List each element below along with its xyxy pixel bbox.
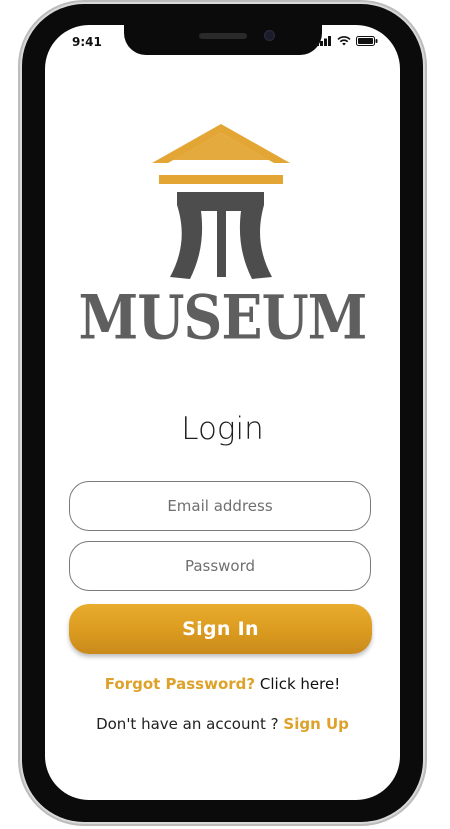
sign-up-link[interactable]: Sign Up xyxy=(283,715,349,733)
phone-screen: 9:41 MUSEUM Login Email address Sign In … xyxy=(45,25,400,800)
signup-row: Don't have an account ? Sign Up xyxy=(45,715,400,733)
sign-in-label: Sign In xyxy=(182,618,259,640)
power-button xyxy=(423,196,427,292)
email-field[interactable] xyxy=(69,481,371,531)
sign-in-button[interactable]: Sign In xyxy=(69,604,372,654)
brand-name: MUSEUM xyxy=(78,281,368,353)
forgot-password-row: Forgot Password? Click here! xyxy=(45,675,400,693)
password-field[interactable] xyxy=(69,541,371,591)
login-title: Login xyxy=(181,411,264,447)
signup-prompt: Don't have an account ? xyxy=(96,715,279,733)
forgot-password-link[interactable]: Forgot Password? xyxy=(105,675,255,693)
password-input[interactable] xyxy=(83,556,357,576)
click-here-link[interactable]: Click here! xyxy=(260,675,340,693)
email-input[interactable] xyxy=(83,496,357,516)
